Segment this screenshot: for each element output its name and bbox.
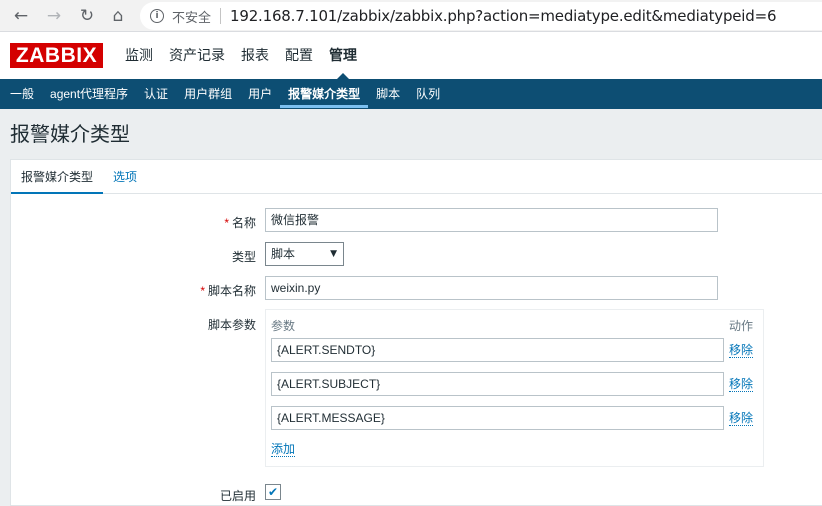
required-mark: * xyxy=(224,216,229,230)
sub-nav-users[interactable]: 用户 xyxy=(240,79,280,109)
top-menu: ZABBIX 监测 资产记录 报表 配置 管理 xyxy=(0,32,822,79)
name-input[interactable]: 微信报警 xyxy=(265,208,718,232)
remove-param-link[interactable]: 移除 xyxy=(729,377,754,392)
type-label: 类型 xyxy=(231,250,256,264)
tab-media-type[interactable]: 报警媒介类型 xyxy=(11,160,103,194)
sub-nav-general[interactable]: 一般 xyxy=(2,79,42,109)
param-input[interactable]: {ALERT.SENDTO} xyxy=(271,338,724,362)
script-name-label: * 脚本名称 xyxy=(200,282,256,299)
script-params-label: 脚本参数 xyxy=(207,318,256,332)
sub-nav-media-types[interactable]: 报警媒介类型 xyxy=(280,79,369,109)
type-select[interactable]: 脚本 ▼ xyxy=(265,242,344,266)
actions-header: 动作 xyxy=(729,319,754,333)
sub-nav-scripts[interactable]: 脚本 xyxy=(368,79,408,109)
param-input[interactable]: {ALERT.SUBJECT} xyxy=(271,372,724,396)
sub-nav-proxies[interactable]: agent代理程序 xyxy=(42,79,136,109)
url-text[interactable]: 192.168.7.101/zabbix/zabbix.php?action=m… xyxy=(230,7,776,25)
enabled-label: 已启用 xyxy=(219,489,256,503)
main-nav-reports[interactable]: 报表 xyxy=(233,32,277,79)
home-icon[interactable]: ⌂ xyxy=(107,5,129,27)
browser-toolbar: ← → ↻ ⌂ i 不安全 192.168.7.101/zabbix/zabbi… xyxy=(0,0,822,32)
add-param-link[interactable]: 添加 xyxy=(271,442,296,457)
main-nav-administration[interactable]: 管理 xyxy=(321,32,365,79)
forward-arrow-icon[interactable]: → xyxy=(43,5,65,27)
reload-icon[interactable]: ↻ xyxy=(76,5,98,27)
sub-nav-queue[interactable]: 队列 xyxy=(408,79,448,109)
tab-options[interactable]: 选项 xyxy=(113,160,137,194)
script-name-input[interactable]: weixin.py xyxy=(265,276,718,300)
sub-nav-user-groups[interactable]: 用户群组 xyxy=(176,79,240,109)
security-label: 不安全 xyxy=(172,9,212,25)
script-name-label-text: 脚本名称 xyxy=(207,284,256,298)
tab-bar: 报警媒介类型 选项 xyxy=(11,160,822,194)
sub-menu: 一般 agent代理程序 认证 用户群组 用户 报警媒介类型 脚本 队列 xyxy=(0,79,822,109)
back-arrow-icon[interactable]: ← xyxy=(10,5,32,27)
page-title: 报警媒介类型 xyxy=(10,124,130,146)
address-separator xyxy=(220,8,222,24)
sub-nav-authentication[interactable]: 认证 xyxy=(136,79,176,109)
main-nav: 监测 资产记录 报表 配置 管理 xyxy=(117,32,365,79)
name-label-text: 名称 xyxy=(231,216,256,230)
main-nav-inventory[interactable]: 资产记录 xyxy=(161,32,233,79)
remove-param-link[interactable]: 移除 xyxy=(729,411,754,426)
params-header: 参数 xyxy=(271,319,296,333)
main-nav-monitoring[interactable]: 监测 xyxy=(117,32,161,79)
check-icon: ✔ xyxy=(267,485,279,499)
zabbix-logo[interactable]: ZABBIX xyxy=(10,43,103,68)
name-label: * 名称 xyxy=(224,214,256,231)
info-icon[interactable]: i xyxy=(150,9,164,23)
address-bar[interactable]: i 不安全 192.168.7.101/zabbix/zabbix.php?ac… xyxy=(140,2,822,30)
enabled-checkbox[interactable]: ✔ xyxy=(265,484,281,500)
type-select-value: 脚本 xyxy=(271,247,296,261)
chevron-down-icon: ▼ xyxy=(330,249,337,259)
remove-param-link[interactable]: 移除 xyxy=(729,343,754,358)
param-input[interactable]: {ALERT.MESSAGE} xyxy=(271,406,724,430)
form-panel: 报警媒介类型 选项 * 名称 微信报警 类型 脚本 ▼ * 脚本名称 weixin.… xyxy=(10,159,822,506)
script-params-table: 参数 动作 {ALERT.SENDTO} 移除 {ALERT.SUBJECT} … xyxy=(265,309,764,467)
required-mark: * xyxy=(200,284,205,298)
main-nav-configuration[interactable]: 配置 xyxy=(277,32,321,79)
